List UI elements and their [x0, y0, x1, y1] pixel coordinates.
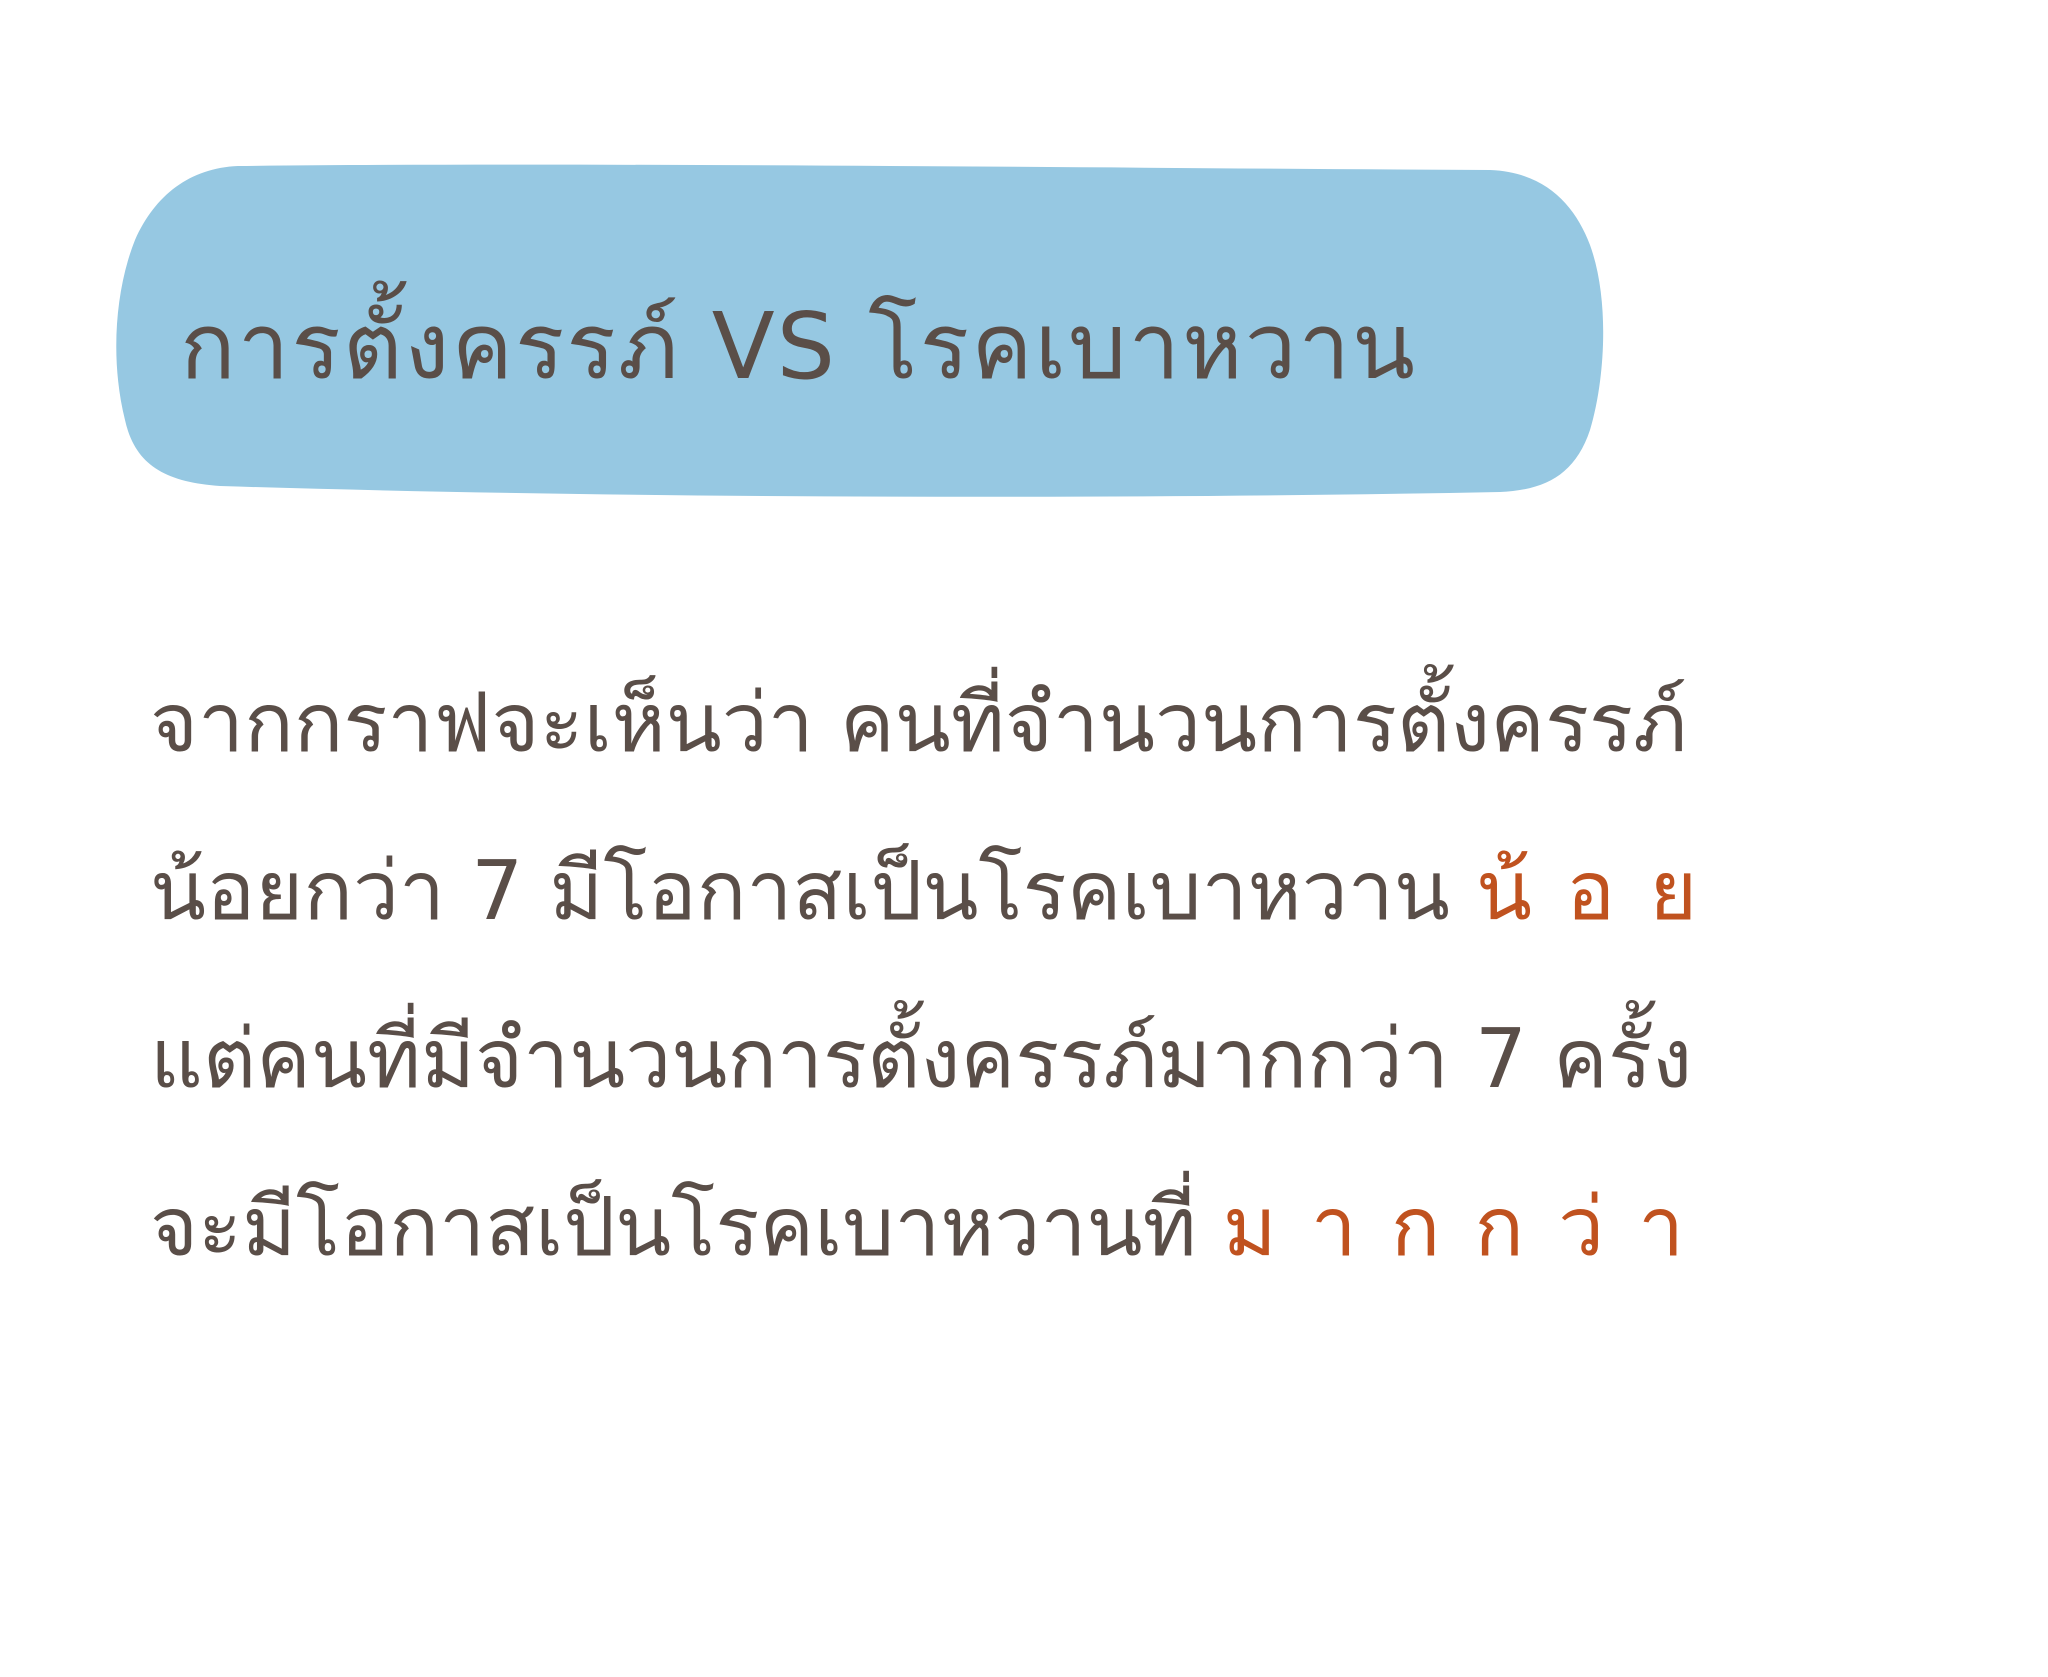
body-line-2: น้อยกว่า 7 มีโอกาสเป็นโรคเบาหวาน น้อย — [150, 808, 1870, 976]
body-line-4: จะมีโอกาสเป็นโรคเบาหวานที่ มากกว่า — [150, 1144, 1870, 1312]
body-line-2-text: น้อยกว่า 7 มีโอกาสเป็นโรคเบาหวาน — [150, 844, 1476, 939]
emphasis-less: น้อย — [1475, 844, 1732, 939]
body-line-1: จากกราฟจะเห็นว่า คนที่จำนวนการตั้งครรภ์ — [150, 676, 1688, 771]
emphasis-more: มากกว่า — [1222, 1180, 1719, 1275]
body-line-3: แต่คนที่มีจำนวนการตั้งครรภ์มากกว่า 7 ครั… — [150, 1012, 1693, 1107]
page-title: การตั้งครรภ์ VS โรคเบาหวาน — [180, 293, 1418, 400]
body-text: จากกราฟจะเห็นว่า คนที่จำนวนการตั้งครรภ์ … — [150, 640, 1870, 1312]
body-line-4-text: จะมีโอกาสเป็นโรคเบาหวานที่ — [150, 1180, 1223, 1275]
